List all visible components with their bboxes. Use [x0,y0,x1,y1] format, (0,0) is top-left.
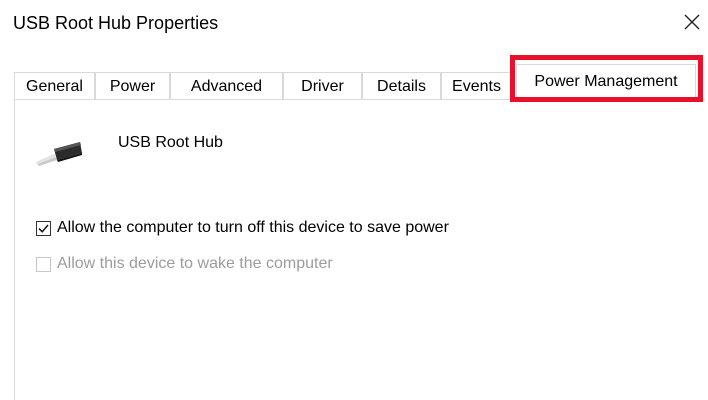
option-allow-wake: Allow this device to wake the computer [36,255,333,273]
tab-events[interactable]: Events [441,72,512,99]
tab-advanced[interactable]: Advanced [170,72,283,99]
allow-wake-checkbox [36,256,51,272]
tab-power[interactable]: Power [95,72,170,99]
tab-driver[interactable]: Driver [283,72,362,99]
title-bar: USB Root Hub Properties [0,0,708,50]
allow-turn-off-checkbox[interactable] [36,220,51,236]
device-name: USB Root Hub [118,134,223,151]
tab-strip: General Power Advanced Driver Details Ev… [14,64,704,100]
close-button[interactable] [680,10,704,34]
option-allow-turn-off: Allow the computer to turn off this devi… [36,219,449,237]
usb-plug-icon [36,142,82,166]
checkmark-icon [38,224,49,233]
tab-power-management[interactable]: Power Management [516,64,696,100]
allow-wake-label: Allow this device to wake the computer [57,255,333,272]
tab-details[interactable]: Details [362,72,441,99]
allow-turn-off-label: Allow the computer to turn off this devi… [57,219,449,236]
window-title: USB Root Hub Properties [13,13,219,33]
close-icon [684,14,700,30]
tab-general[interactable]: General [14,72,95,99]
